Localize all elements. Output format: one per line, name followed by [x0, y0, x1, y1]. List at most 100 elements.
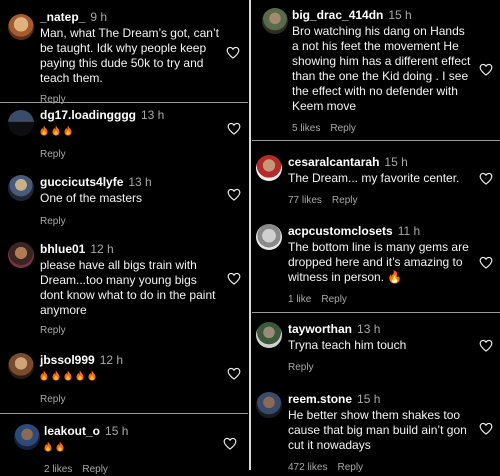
fire-icon	[64, 370, 72, 381]
comment-actions: 2 likes Reply	[44, 464, 220, 476]
fire-icon	[56, 441, 64, 452]
comment-body: reem.stone 15 h He better show them shake…	[288, 392, 472, 474]
fire-icon	[40, 370, 48, 381]
username[interactable]: dg17.loadingggg	[40, 108, 136, 122]
username[interactable]: guccicuts4lyfe	[40, 175, 123, 189]
comment-text: The bottom line is many gems are dropped…	[288, 240, 469, 284]
comment-body: tayworthan 13 h Tryna teach him touch Rep…	[288, 322, 472, 374]
username[interactable]: leakout_o	[44, 424, 100, 438]
like-heart-icon[interactable]	[479, 339, 493, 352]
comment-actions: 1 like Reply	[288, 294, 472, 306]
reply-button[interactable]: Reply	[321, 294, 347, 305]
fire-icon	[40, 125, 48, 136]
comment-text: Bro watching his dang on Hands a not his…	[292, 24, 471, 113]
comment-actions: 5 likes Reply	[292, 123, 472, 135]
reply-button[interactable]: Reply	[288, 362, 314, 373]
reply-button[interactable]: Reply	[332, 195, 358, 206]
comment-actions: 77 likes Reply	[288, 195, 472, 207]
like-heart-icon[interactable]	[227, 272, 241, 285]
timestamp: 15 h	[388, 8, 412, 22]
avatar[interactable]	[256, 224, 282, 250]
fire-icon	[64, 125, 72, 136]
like-heart-icon[interactable]	[479, 172, 493, 185]
comment-header: leakout_o 15 h	[44, 424, 220, 439]
like-heart-icon[interactable]	[479, 256, 493, 269]
comment-header: acpcustomclosets 11 h	[288, 224, 472, 239]
avatar[interactable]	[256, 155, 282, 181]
left-comment-column: _natep_ 9 h Man, what The Dream’s got, ca…	[0, 0, 248, 475]
comment-header: big_drac_414dn 15 h	[292, 8, 472, 23]
like-count[interactable]: 472 likes	[288, 462, 327, 473]
username[interactable]: cesaralcantarah	[288, 155, 379, 169]
avatar[interactable]	[262, 8, 288, 34]
comment-body: cesaralcantarah 15 h The Dream... my favo…	[288, 155, 472, 207]
username[interactable]: acpcustomclosets	[288, 224, 393, 238]
avatar[interactable]	[256, 392, 282, 418]
comment-text: The Dream... my favorite center.	[288, 171, 460, 185]
fire-emoji-row	[44, 440, 68, 454]
like-heart-icon[interactable]	[227, 367, 241, 380]
reply-button[interactable]: Reply	[40, 325, 66, 336]
like-heart-icon[interactable]	[226, 46, 240, 59]
timestamp: 15 h	[105, 424, 129, 438]
fire-emoji-row	[40, 124, 76, 138]
comment-body: leakout_o 15 h 2 likes Reply	[44, 424, 220, 476]
separator	[0, 413, 248, 414]
comment-actions: Reply	[40, 216, 220, 228]
comment-text: please have all bigs train with Dream...…	[40, 258, 216, 317]
separator	[252, 140, 500, 141]
username[interactable]: bhlue01	[40, 242, 85, 256]
avatar[interactable]	[8, 242, 34, 268]
username[interactable]: jbssol999	[40, 353, 95, 367]
avatar[interactable]	[8, 353, 34, 379]
comment-text	[44, 440, 220, 455]
fire-icon	[44, 441, 52, 452]
username[interactable]: reem.stone	[288, 392, 352, 406]
fire-icon	[52, 125, 60, 136]
like-heart-icon[interactable]	[227, 188, 241, 201]
like-count[interactable]: 1 like	[288, 294, 311, 305]
comment-header: cesaralcantarah 15 h	[288, 155, 472, 170]
username[interactable]: big_drac_414dn	[292, 8, 383, 22]
comment-text	[40, 369, 220, 384]
avatar[interactable]	[14, 424, 40, 450]
comment-header: reem.stone 15 h	[288, 392, 472, 407]
like-heart-icon[interactable]	[479, 422, 493, 435]
comment-actions: 472 likes Reply	[288, 462, 472, 474]
right-comment-column: big_drac_414dn 15 h Bro watching his dang…	[252, 0, 500, 473]
timestamp: 15 h	[357, 392, 381, 406]
reply-button[interactable]: Reply	[40, 149, 66, 160]
comment-body: _natep_ 9 h Man, what The Dream’s got, ca…	[40, 10, 220, 106]
avatar[interactable]	[256, 322, 282, 348]
like-count[interactable]: 5 likes	[292, 123, 320, 134]
comment-actions: Reply	[40, 394, 220, 406]
comment-body: jbssol999 12 h Reply	[40, 353, 220, 406]
like-count[interactable]: 77 likes	[288, 195, 322, 206]
avatar[interactable]	[8, 175, 34, 201]
like-heart-icon[interactable]	[223, 437, 237, 450]
comment-header: tayworthan 13 h	[288, 322, 472, 337]
reply-button[interactable]: Reply	[40, 94, 66, 105]
comment-header: dg17.loadingggg 13 h	[40, 108, 220, 123]
fire-icon	[76, 370, 84, 381]
comment-body: guccicuts4lyfe 13 h One of the masters Re…	[40, 175, 220, 228]
comment-text: He better show them shakes too cause tha…	[288, 408, 467, 452]
reply-button[interactable]: Reply	[40, 216, 66, 227]
username[interactable]: _natep_	[40, 10, 85, 24]
avatar[interactable]	[8, 110, 34, 136]
reply-button[interactable]: Reply	[337, 462, 363, 473]
comment-body: big_drac_414dn 15 h Bro watching his dang…	[292, 8, 472, 135]
like-heart-icon[interactable]	[479, 63, 493, 76]
fire-icon	[88, 370, 96, 381]
timestamp: 9 h	[90, 10, 108, 24]
reply-button[interactable]: Reply	[330, 123, 356, 134]
comment-text	[40, 124, 220, 139]
like-heart-icon[interactable]	[227, 122, 241, 135]
comment-actions: Reply	[40, 325, 220, 337]
timestamp: 12 h	[99, 353, 124, 367]
avatar[interactable]	[8, 14, 34, 40]
username[interactable]: tayworthan	[288, 322, 352, 336]
reply-button[interactable]: Reply	[40, 394, 66, 405]
comment-actions: Reply	[40, 94, 220, 106]
comment-header: guccicuts4lyfe 13 h	[40, 175, 220, 190]
